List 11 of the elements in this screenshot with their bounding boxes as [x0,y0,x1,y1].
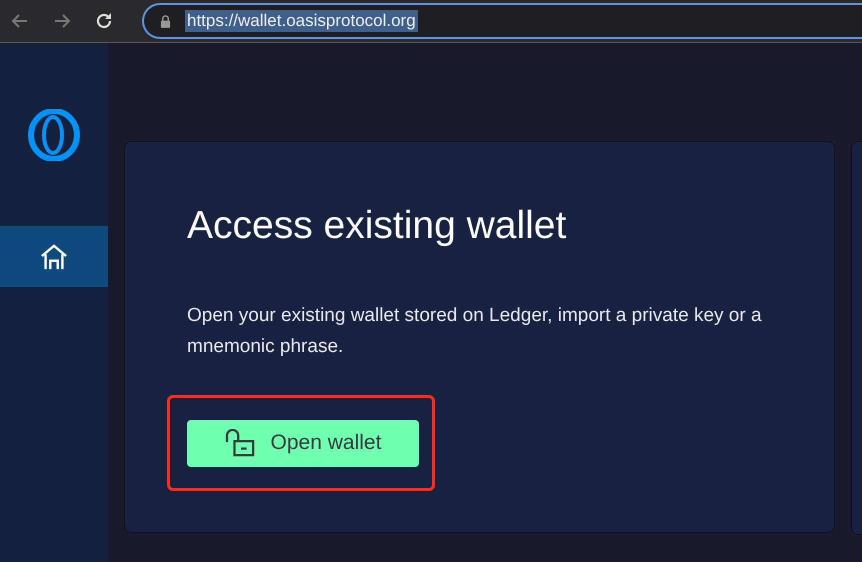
logo-icon [28,109,80,161]
card-title: Access existing wallet [187,204,568,248]
home-icon [39,242,69,270]
reload-icon[interactable] [94,11,114,31]
address-bar[interactable]: https://wallet.oasisprotocol.org [142,3,862,39]
lock-icon [160,14,171,28]
open-wallet-button[interactable]: Open wallet [187,420,419,466]
unlocked-padlock-icon [224,429,257,457]
card-description: Open your existing wallet stored on Ledger, import a private key or a mnemonic phrase. [187,304,763,359]
home-nav-item[interactable] [0,226,108,287]
url-text: https://wallet.oasisprotocol.org [185,10,418,32]
